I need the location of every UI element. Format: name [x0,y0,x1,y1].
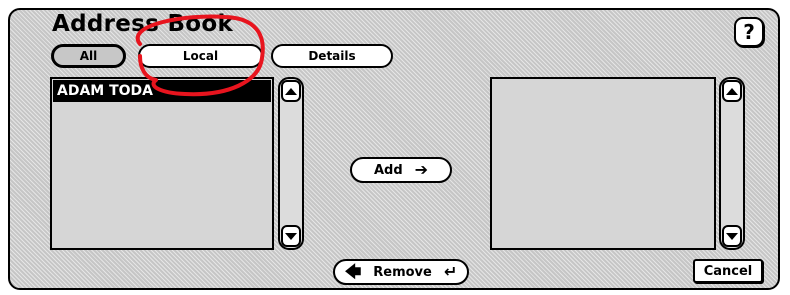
remove-button[interactable]: 🡄 Remove ↵ [333,259,469,285]
scroll-down-button[interactable] [281,225,301,247]
return-arrow-icon: ↵ [443,262,458,281]
tab-all-label: All [79,49,98,63]
add-button[interactable]: Add ➔ [350,157,452,183]
triangle-down-icon [726,232,738,240]
help-icon: ? [743,20,755,44]
contact-list-scrollbar[interactable] [278,77,304,250]
scroll-up-button[interactable] [281,80,301,102]
recipient-list-scrollbar[interactable] [719,77,745,250]
help-button[interactable]: ? [734,17,764,47]
scroll-up-button[interactable] [722,80,742,102]
cancel-button[interactable]: Cancel [693,259,763,283]
tab-all[interactable]: All [51,44,126,68]
scroll-down-button[interactable] [722,225,742,247]
triangle-down-icon [285,232,297,240]
list-item[interactable]: ADAM TODA [53,80,271,102]
remove-button-label: Remove [373,264,432,280]
cancel-button-label: Cancel [703,263,753,279]
arrow-right-icon: ➔ [414,160,429,179]
tab-local-label: Local [182,49,219,63]
triangle-up-icon [726,87,738,95]
triangle-up-icon [285,87,297,95]
dialog-title: Address Book [52,11,234,37]
tab-details-label: Details [308,49,356,63]
tab-details[interactable]: Details [271,44,393,68]
add-button-label: Add [373,162,403,178]
tab-local[interactable]: Local [138,44,263,68]
arrow-left-icon: 🡄 [344,262,362,281]
recipient-list[interactable] [490,77,716,250]
contact-list[interactable]: ADAM TODA [50,77,274,250]
